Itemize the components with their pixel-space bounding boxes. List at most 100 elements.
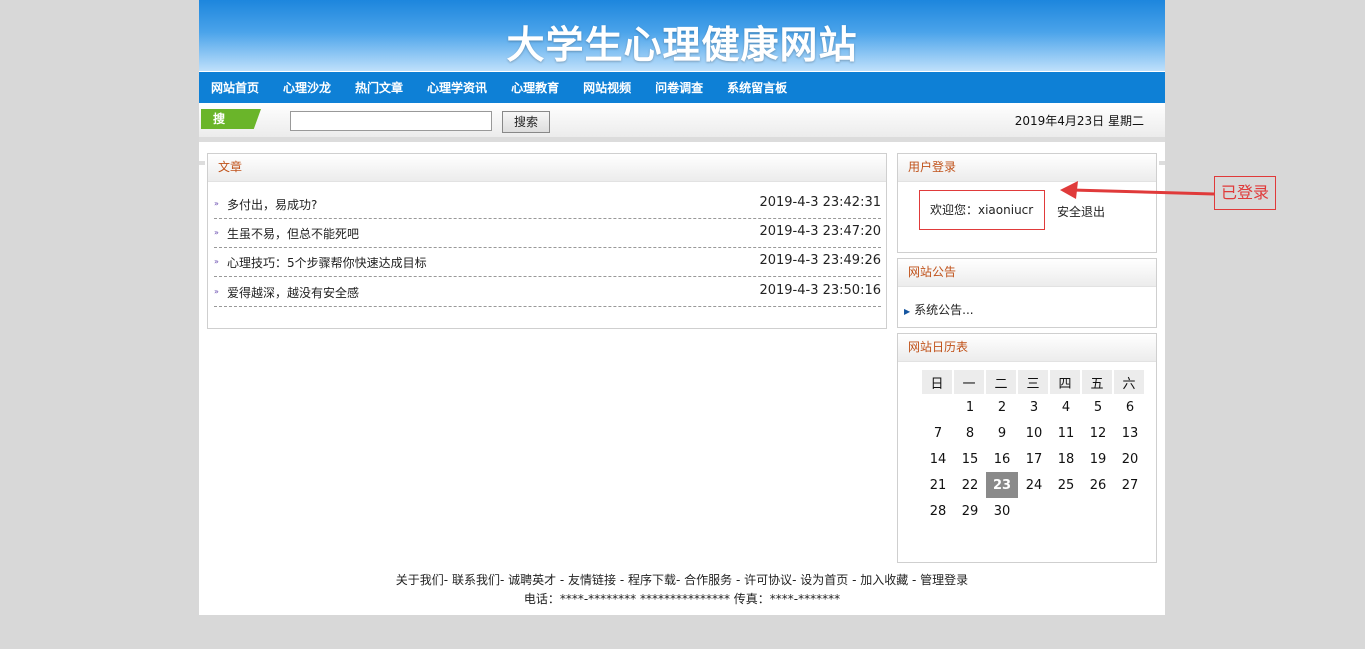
article-link[interactable]: 多付出，易成功? — [227, 196, 317, 213]
calendar-day: 5 — [1093, 399, 1103, 415]
bullet-icon: » — [214, 228, 219, 237]
calendar-day: 22 — [961, 477, 979, 493]
articles-panel-title: 文章 — [208, 154, 886, 182]
calendar-day: 1 — [965, 399, 975, 415]
calendar-panel: 网站日历表 日 一 二 三 四 五 六 1 2 3 4 5 6 7 8 9 10… — [897, 333, 1157, 563]
calendar-table: 日 一 二 三 四 五 六 1 2 3 4 5 6 7 8 9 10 11 12… — [922, 370, 1146, 524]
calendar-week-row: 21 22 23 24 25 26 27 — [922, 472, 1146, 498]
article-link[interactable]: 心理技巧：5个步骤帮你快速达成目标 — [227, 254, 427, 271]
calendar-day — [1082, 498, 1114, 524]
nav-item-videos[interactable]: 网站视频 — [583, 79, 631, 96]
calendar-day: 7 — [933, 425, 943, 441]
calendar-day — [1050, 498, 1082, 524]
calendar-day: 29 — [961, 503, 979, 519]
article-row: » 多付出，易成功? 2019-4-3 23:42:31 — [214, 189, 881, 219]
bullet-icon: » — [214, 199, 219, 208]
calendar-day: 3 — [1029, 399, 1039, 415]
footer-contact: 电话：****-******** *************** 传真：****… — [523, 592, 841, 606]
article-time: 2019-4-3 23:50:16 — [759, 283, 881, 298]
calendar-panel-title: 网站日历表 — [898, 334, 1156, 362]
calendar-day: 6 — [1125, 399, 1135, 415]
bullet-icon: ▶ — [904, 307, 911, 316]
calendar-day — [1114, 498, 1146, 524]
calendar-day: 2 — [997, 399, 1007, 415]
divider — [1159, 161, 1165, 165]
search-button[interactable]: 搜索 — [502, 111, 550, 133]
nav-item-salon[interactable]: 心理沙龙 — [283, 79, 331, 96]
main-nav: 网站首页 心理沙龙 热门文章 心理学资讯 心理教育 网站视频 问卷调查 系统留言… — [199, 72, 1165, 103]
weekday-label: 一 — [954, 370, 986, 394]
calendar-day: 14 — [929, 451, 947, 467]
search-bar: 搜 索： 搜索 2019年4月23日 星期二 — [199, 103, 1165, 142]
weekday-label: 六 — [1114, 370, 1146, 394]
calendar-day: 11 — [1057, 425, 1075, 441]
calendar-day: 27 — [1121, 477, 1139, 493]
search-input[interactable] — [290, 111, 492, 131]
calendar-day: 15 — [961, 451, 979, 467]
login-panel-title: 用户登录 — [898, 154, 1156, 182]
divider — [199, 161, 205, 165]
calendar-weekday-row: 日 一 二 三 四 五 六 — [922, 370, 1146, 394]
article-link[interactable]: 生虽不易，但总不能死吧 — [227, 225, 359, 242]
calendar-day: 18 — [1057, 451, 1075, 467]
search-label: 搜 索： — [201, 109, 261, 129]
nav-item-news[interactable]: 心理学资讯 — [427, 79, 487, 96]
nav-item-home[interactable]: 网站首页 — [211, 79, 259, 96]
nav-item-survey[interactable]: 问卷调查 — [655, 79, 703, 96]
bullet-icon: » — [214, 257, 219, 266]
weekday-label: 三 — [1018, 370, 1050, 394]
calendar-day: 13 — [1121, 425, 1139, 441]
footer-links[interactable]: 关于我们- 联系我们- 诚聘英才 - 友情链接 - 程序下载- 合作服务 - 许… — [199, 571, 1165, 588]
calendar-day: 9 — [997, 425, 1007, 441]
site-title: 大学生心理健康网站 — [506, 23, 858, 67]
article-row: » 生虽不易，但总不能死吧 2019-4-3 23:47:20 — [214, 218, 881, 248]
annotation-arrow-icon — [1060, 181, 1215, 199]
article-row: » 心理技巧：5个步骤帮你快速达成目标 2019-4-3 23:49:26 — [214, 247, 881, 277]
notice-item[interactable]: ▶ 系统公告... — [904, 301, 974, 318]
bullet-icon: » — [214, 287, 219, 296]
calendar-day: 12 — [1089, 425, 1107, 441]
site-banner: 大学生心理健康网站 — [199, 0, 1165, 71]
calendar-day: 4 — [1061, 399, 1071, 415]
logout-link[interactable]: 安全退出 — [1057, 203, 1105, 220]
weekday-label: 四 — [1050, 370, 1082, 394]
calendar-week-row: 14 15 16 17 18 19 20 — [922, 446, 1146, 472]
article-link[interactable]: 爱得越深，越没有安全感 — [227, 284, 359, 301]
annotation-label: 已登录 — [1214, 176, 1276, 210]
calendar-week-row: 28 29 30 — [922, 498, 1146, 524]
article-time: 2019-4-3 23:47:20 — [759, 224, 881, 239]
article-row: » 爱得越深，越没有安全感 2019-4-3 23:50:16 — [214, 277, 881, 307]
calendar-day: 10 — [1025, 425, 1043, 441]
nav-item-education[interactable]: 心理教育 — [511, 79, 559, 96]
current-date: 2019年4月23日 星期二 — [1014, 114, 1144, 128]
calendar-day — [922, 394, 954, 420]
nav-item-guestbook[interactable]: 系统留言板 — [727, 79, 787, 96]
notice-panel: 网站公告 ▶ 系统公告... — [897, 258, 1157, 328]
calendar-day: 8 — [965, 425, 975, 441]
calendar-week-row: 1 2 3 4 5 6 — [922, 394, 1146, 420]
calendar-day: 20 — [1121, 451, 1139, 467]
notice-item-label: 系统公告... — [914, 303, 974, 317]
weekday-label: 二 — [986, 370, 1018, 394]
nav-item-hot-articles[interactable]: 热门文章 — [355, 79, 403, 96]
calendar-day: 24 — [1025, 477, 1043, 493]
calendar-day-today: 23 — [986, 472, 1018, 498]
calendar-day: 26 — [1089, 477, 1107, 493]
calendar-day: 25 — [1057, 477, 1075, 493]
weekday-label: 五 — [1082, 370, 1114, 394]
calendar-day: 28 — [929, 503, 947, 519]
page-container: 大学生心理健康网站 网站首页 心理沙龙 热门文章 心理学资讯 心理教育 网站视频… — [199, 0, 1165, 615]
calendar-day: 21 — [929, 477, 947, 493]
welcome-message: 欢迎您：xiaoniucr — [919, 190, 1045, 230]
article-time: 2019-4-3 23:49:26 — [759, 253, 881, 268]
calendar-week-row: 7 8 9 10 11 12 13 — [922, 420, 1146, 446]
calendar-day — [1018, 498, 1050, 524]
calendar-day: 19 — [1089, 451, 1107, 467]
calendar-day: 16 — [993, 451, 1011, 467]
calendar-day: 17 — [1025, 451, 1043, 467]
calendar-day: 30 — [993, 503, 1011, 519]
articles-panel: 文章 » 多付出，易成功? 2019-4-3 23:42:31 » 生虽不易，但… — [207, 153, 887, 329]
article-time: 2019-4-3 23:42:31 — [759, 195, 881, 210]
weekday-label: 日 — [922, 370, 954, 394]
notice-panel-title: 网站公告 — [898, 259, 1156, 287]
